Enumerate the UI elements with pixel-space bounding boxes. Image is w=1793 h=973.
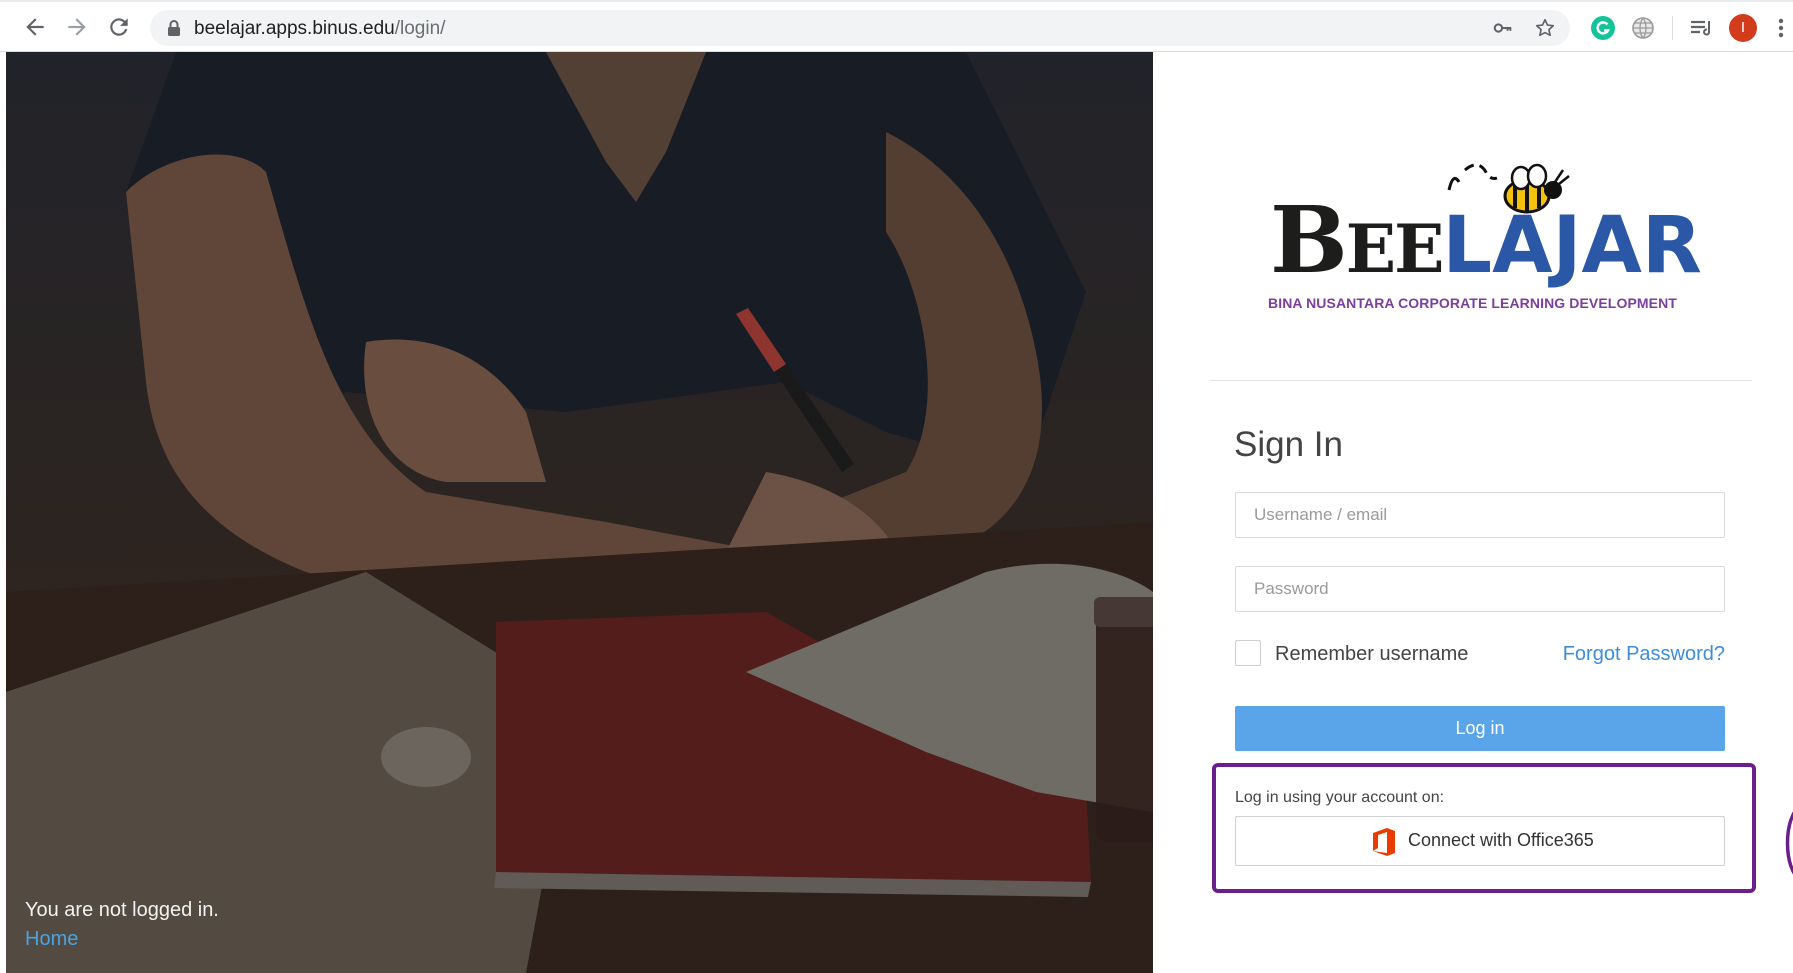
profile-avatar[interactable]: I — [1729, 14, 1757, 42]
url-path: /login/ — [394, 18, 446, 39]
more-menu-icon[interactable] — [1775, 15, 1787, 41]
hero-background-image: You are not logged in. Home — [6, 52, 1153, 973]
log-in-button[interactable]: Log in — [1235, 706, 1725, 751]
callout-marker — [1785, 811, 1793, 875]
logo-letter-b: B — [1270, 186, 1348, 294]
reload-icon[interactable] — [106, 14, 132, 40]
url-text: beelajar.apps.binus.edu/login/ — [194, 18, 445, 40]
sign-in-heading: Sign In — [1234, 425, 1343, 464]
section-divider — [1210, 380, 1752, 381]
url-host: beelajar.apps.binus.edu — [194, 18, 395, 39]
username-input[interactable] — [1235, 492, 1725, 538]
toolbar-divider — [1672, 16, 1673, 40]
hero-photo-illustration — [6, 52, 1153, 973]
forgot-password-link[interactable]: Forgot Password? — [1563, 643, 1725, 666]
office365-button-label: Connect with Office365 — [1408, 830, 1594, 850]
remember-username-checkbox[interactable] — [1235, 640, 1261, 666]
logo-letters-lajar: LAJAR — [1442, 201, 1702, 291]
logo-letters-ee: EE — [1345, 210, 1445, 288]
logo-tagline: BINA NUSANTARA CORPORATE LEARNING DEVELO… — [1268, 295, 1677, 311]
sso-label: Log in using your account on: — [1235, 789, 1445, 806]
home-link[interactable]: Home — [25, 928, 78, 951]
password-input[interactable] — [1235, 566, 1725, 612]
lock-icon — [168, 20, 180, 36]
forward-arrow-icon[interactable] — [64, 14, 90, 40]
office365-icon — [1373, 828, 1395, 856]
browser-toolbar: beelajar.apps.binus.edu/login/ I — [0, 0, 1793, 52]
back-arrow-icon[interactable] — [22, 14, 48, 40]
address-bar[interactable]: beelajar.apps.binus.edu/login/ — [150, 10, 1570, 46]
connect-office365-button[interactable]: Connect with Office365 — [1235, 816, 1725, 866]
reading-list-icon[interactable] — [1688, 15, 1714, 41]
grammarly-icon[interactable] — [1590, 15, 1616, 41]
logo-wordmark: BEELAJAR — [1270, 190, 1702, 299]
star-icon[interactable] — [1534, 17, 1556, 39]
key-icon[interactable] — [1492, 17, 1514, 39]
login-status-text: You are not logged in. — [25, 899, 219, 921]
remember-username-label: Remember username — [1275, 643, 1469, 665]
globe-icon[interactable] — [1630, 15, 1656, 41]
